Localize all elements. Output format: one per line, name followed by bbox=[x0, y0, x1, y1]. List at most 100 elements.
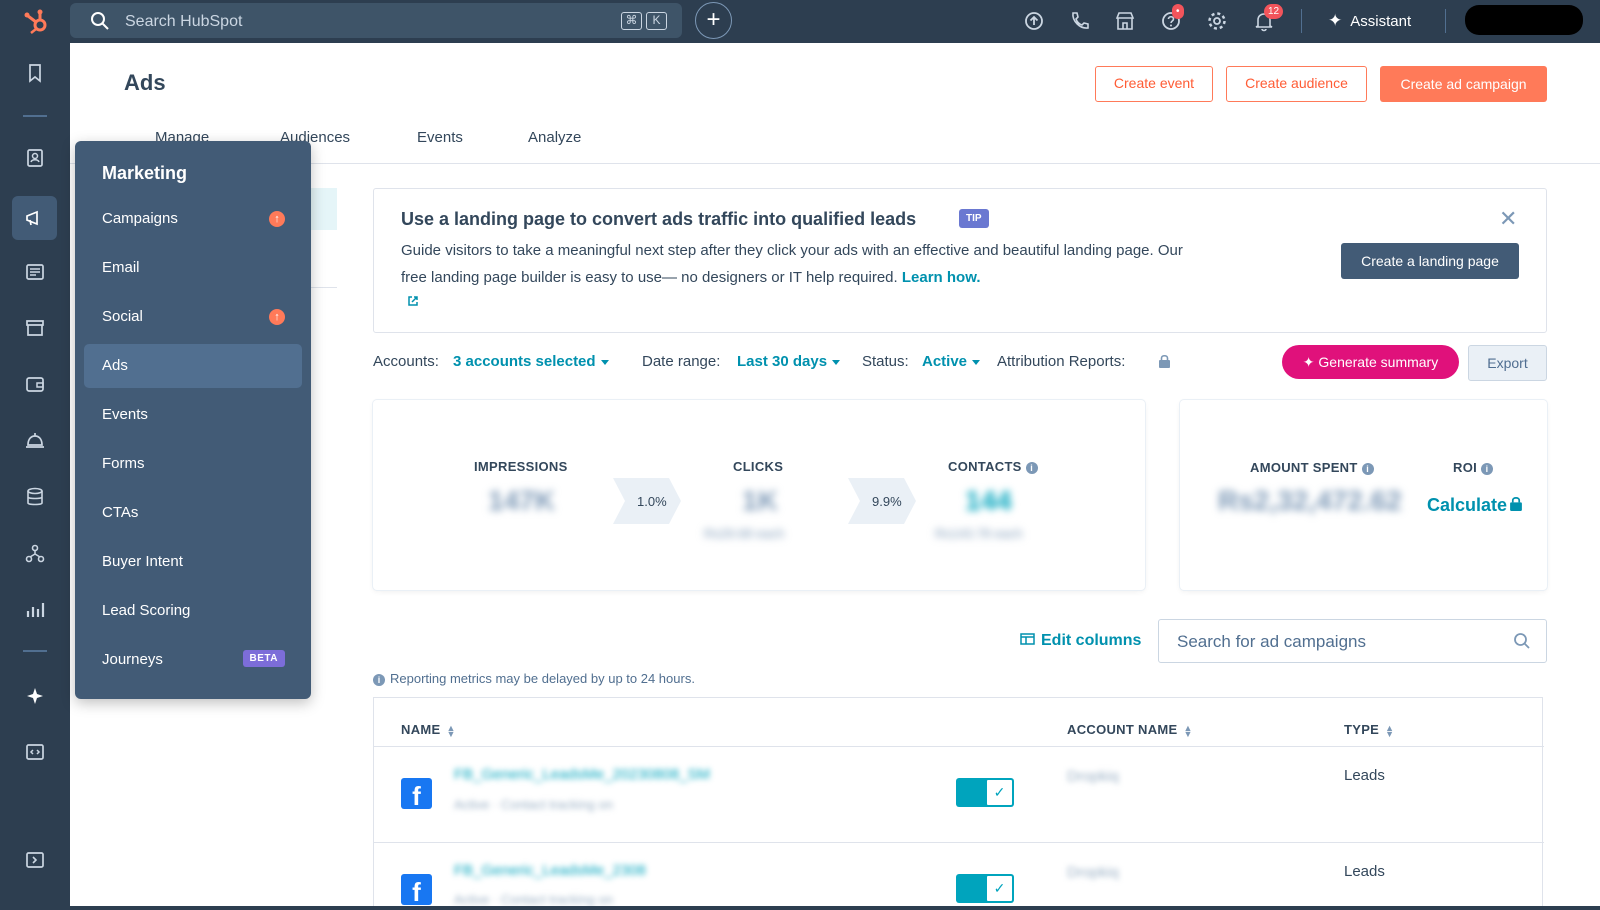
learn-how-link[interactable]: Learn how. bbox=[902, 269, 981, 286]
column-header-type[interactable]: TYPE ▲ ▼ bbox=[1344, 722, 1394, 738]
menu-item-ads[interactable]: Ads bbox=[84, 344, 302, 388]
close-icon[interactable]: ✕ bbox=[1499, 206, 1517, 232]
row-divider bbox=[374, 842, 1544, 843]
rail-divider bbox=[23, 115, 47, 117]
search-icon bbox=[1514, 633, 1530, 649]
breeze-sparkle-icon[interactable] bbox=[23, 684, 47, 708]
accounts-filter-label: Accounts: bbox=[373, 353, 439, 370]
developer-code-icon[interactable] bbox=[23, 740, 47, 764]
settings-gear-icon[interactable] bbox=[1206, 10, 1228, 32]
status-label: Status: bbox=[862, 353, 909, 370]
check-icon: ✓ bbox=[986, 779, 1013, 806]
assistant-label: Assistant bbox=[1350, 13, 1412, 30]
date-range-value: Last 30 days bbox=[737, 353, 828, 370]
contacts-icon[interactable] bbox=[23, 146, 47, 170]
create-audience-button[interactable]: Create audience bbox=[1226, 66, 1367, 102]
column-header-account[interactable]: ACCOUNT NAME ▲ ▼ bbox=[1067, 722, 1193, 739]
menu-item-label: Email bbox=[102, 259, 140, 276]
service-bell-icon[interactable] bbox=[23, 429, 47, 453]
contacts-cost-each: Rs143.78 each bbox=[935, 526, 1023, 541]
menu-item-label: Events bbox=[102, 406, 148, 423]
lock-icon[interactable] bbox=[1158, 354, 1171, 368]
menu-item-social[interactable]: Social ↑ bbox=[84, 295, 302, 339]
marketing-megaphone-icon[interactable] bbox=[23, 206, 47, 230]
accounts-filter-dropdown[interactable]: 3 accounts selected bbox=[453, 353, 609, 370]
info-icon[interactable]: i bbox=[1361, 462, 1374, 475]
left-navigation-rail bbox=[0, 43, 70, 910]
name-header-label: NAME bbox=[401, 722, 441, 737]
marketplace-icon[interactable] bbox=[1114, 10, 1136, 32]
quick-create-button[interactable]: + bbox=[695, 2, 732, 39]
facebook-icon: f bbox=[401, 874, 432, 905]
menu-item-lead-scoring[interactable]: Lead Scoring bbox=[84, 589, 302, 633]
assistant-button[interactable]: ✦ Assistant bbox=[1328, 11, 1411, 31]
menu-item-buyer-intent[interactable]: Buyer Intent bbox=[84, 540, 302, 584]
menu-item-label: Ads bbox=[102, 357, 128, 374]
menu-item-label: Lead Scoring bbox=[102, 602, 191, 619]
search-placeholder: Search for ad campaigns bbox=[1177, 632, 1366, 651]
ad-campaign-search-input[interactable]: Search for ad campaigns bbox=[1158, 619, 1547, 663]
content-icon[interactable] bbox=[23, 260, 47, 284]
campaign-name-link[interactable]: FB_Generic_LeadsMe_20230808_SM bbox=[454, 766, 710, 783]
reporting-bar-chart-icon[interactable] bbox=[23, 598, 47, 622]
account-menu-redacted[interactable] bbox=[1465, 5, 1583, 35]
column-header-name[interactable]: NAME ▲ ▼ bbox=[401, 722, 456, 738]
info-icon[interactable]: i bbox=[1481, 462, 1494, 475]
generate-summary-button[interactable]: ✦ Generate summary bbox=[1282, 345, 1459, 379]
campaign-name-link[interactable]: FB_Generic_LeadsMe_2308 bbox=[454, 862, 646, 879]
campaign-status-toggle[interactable]: ✓ bbox=[956, 778, 1014, 807]
check-icon: ✓ bbox=[986, 875, 1013, 902]
status-dropdown[interactable]: Active bbox=[922, 353, 981, 370]
calculate-roi-link[interactable]: Calculate bbox=[1427, 495, 1523, 516]
external-link-icon[interactable] bbox=[407, 295, 419, 307]
menu-item-events[interactable]: Events bbox=[84, 393, 302, 437]
page-title: Ads bbox=[124, 70, 166, 95]
menu-item-label: Buyer Intent bbox=[102, 553, 183, 570]
topbar-divider-2 bbox=[1445, 9, 1446, 33]
bookmark-icon[interactable] bbox=[23, 61, 47, 85]
database-icon[interactable] bbox=[23, 485, 47, 509]
automation-icon[interactable] bbox=[23, 542, 47, 566]
menu-item-ctas[interactable]: CTAs bbox=[84, 491, 302, 535]
commerce-icon[interactable] bbox=[23, 316, 47, 340]
topbar-divider bbox=[1301, 9, 1302, 33]
search-placeholder: Search HubSpot bbox=[125, 13, 243, 30]
contacts-value[interactable]: 144 bbox=[965, 485, 1012, 517]
create-event-button[interactable]: Create event bbox=[1095, 66, 1213, 102]
menu-item-campaigns[interactable]: Campaigns ↑ bbox=[84, 197, 302, 241]
edit-columns-button[interactable]: Edit columns bbox=[1020, 632, 1141, 650]
create-ad-campaign-button[interactable]: Create ad campaign bbox=[1380, 66, 1547, 102]
date-range-dropdown[interactable]: Last 30 days bbox=[737, 353, 841, 370]
type-header-label: TYPE bbox=[1344, 722, 1380, 737]
menu-item-forms[interactable]: Forms bbox=[84, 442, 302, 486]
beta-badge: BETA bbox=[242, 650, 285, 667]
tip-title: Use a landing page to convert ads traffi… bbox=[401, 209, 917, 229]
upgrade-icon[interactable] bbox=[1023, 10, 1045, 32]
create-landing-page-button[interactable]: Create a landing page bbox=[1341, 243, 1519, 279]
notifications-count-badge: 12 bbox=[1264, 4, 1284, 19]
global-search-input[interactable]: Search HubSpot ⌘ K bbox=[70, 3, 682, 38]
flyout-title: Marketing bbox=[102, 163, 188, 183]
generate-summary-label: Generate summary bbox=[1318, 354, 1439, 370]
calculate-label: Calculate bbox=[1427, 495, 1508, 515]
ad-campaigns-table: NAME ▲ ▼ ACCOUNT NAME ▲ ▼ TYPE ▲ ▼ f FB_Generi… bbox=[373, 697, 1544, 910]
roi-label: ROI i bbox=[1453, 460, 1494, 475]
hubspot-logo-icon[interactable] bbox=[22, 8, 50, 36]
amount-spent-value: Rs2,32,472.62 bbox=[1218, 485, 1402, 516]
menu-item-email[interactable]: Email bbox=[84, 246, 302, 290]
clicks-value: 1K bbox=[742, 485, 778, 516]
campaign-status-toggle[interactable]: ✓ bbox=[956, 874, 1014, 903]
tab-analyze[interactable]: Analyze bbox=[528, 129, 581, 146]
expand-sidebar-icon[interactable] bbox=[23, 848, 47, 872]
phone-icon[interactable] bbox=[1068, 10, 1090, 32]
date-range-label: Date range: bbox=[642, 353, 721, 370]
tab-events[interactable]: Events bbox=[417, 129, 463, 146]
sort-icon: ▲ ▼ bbox=[1183, 722, 1193, 739]
info-icon[interactable]: i bbox=[1025, 461, 1038, 474]
impression-click-rate: 1.0% bbox=[637, 494, 667, 509]
export-button[interactable]: Export bbox=[1468, 345, 1547, 381]
tip-body-text: Guide visitors to take a meaningful next… bbox=[401, 242, 1183, 286]
wallet-icon[interactable] bbox=[23, 372, 47, 396]
columns-icon bbox=[1020, 633, 1035, 645]
menu-item-journeys[interactable]: Journeys BETA bbox=[84, 638, 302, 682]
